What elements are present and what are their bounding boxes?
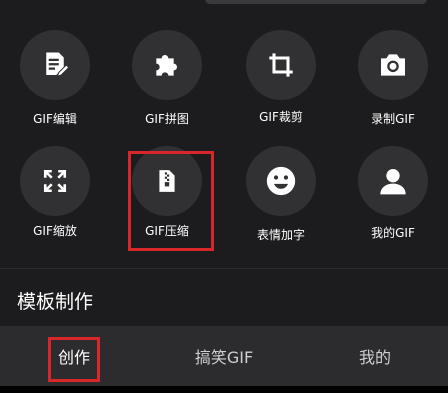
edit-document-icon — [20, 30, 90, 100]
tool-gif-scale[interactable]: GIF缩放 — [0, 146, 110, 256]
tab-funny-gif[interactable]: 搞笑GIF — [168, 326, 280, 386]
top-search-bar-edge[interactable] — [205, 0, 427, 4]
tool-gif-edit[interactable]: GIF编辑 — [0, 30, 110, 140]
tab-mine[interactable]: 我的 — [340, 326, 410, 386]
tool-label: 我的GIF — [371, 226, 415, 240]
tool-label: 表情加字 — [256, 228, 305, 242]
tool-gif-puzzle[interactable]: GIF拼图 — [112, 30, 222, 140]
tool-gif-crop[interactable]: GIF裁剪 — [226, 30, 336, 140]
tool-label: 录制GIF — [371, 112, 415, 126]
create-tab-highlight-box — [48, 337, 100, 382]
expand-arrows-icon — [20, 146, 90, 216]
tool-label: GIF编辑 — [33, 112, 77, 126]
section-title: 模板制作 — [17, 291, 94, 313]
tool-label: GIF缩放 — [33, 224, 77, 238]
section-divider — [0, 268, 448, 269]
person-icon — [358, 146, 428, 216]
tool-label: GIF拼图 — [145, 112, 189, 126]
compress-highlight-box — [128, 151, 214, 251]
puzzle-icon — [132, 30, 202, 100]
tool-my-gif[interactable]: 我的GIF — [338, 146, 448, 256]
smiley-face-icon — [246, 146, 316, 216]
system-nav-bar — [0, 386, 448, 393]
tool-label: GIF裁剪 — [259, 110, 303, 124]
tool-record-gif[interactable]: 录制GIF — [338, 30, 448, 140]
tool-emoji-text[interactable]: 表情加字 — [226, 146, 336, 256]
crop-icon — [246, 30, 316, 100]
camera-icon — [358, 30, 428, 100]
